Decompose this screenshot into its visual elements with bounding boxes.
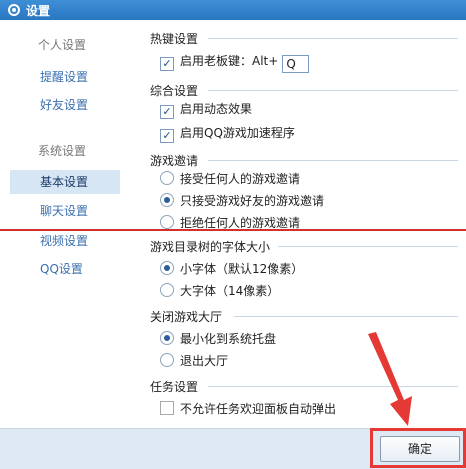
accelerate-label: 启用QQ游戏加速程序 — [180, 126, 295, 140]
font-option-large[interactable]: 大字体（14像素） — [160, 282, 279, 299]
radio-icon[interactable] — [160, 353, 174, 367]
section-title-hotkey: 热键设置 — [150, 32, 199, 46]
checkbox-icon[interactable]: ✓ — [160, 57, 174, 71]
sidebar: 个人设置 提醒设置 好友设置 系统设置 基本设置 聊天设置 视频设置 QQ设置 — [0, 20, 138, 428]
animation-label: 启用动态效果 — [180, 102, 253, 116]
sidebar-item-qq[interactable]: QQ设置 — [40, 260, 83, 277]
animation-option[interactable]: ✓ 启用动态效果 — [160, 100, 252, 119]
checkbox-icon[interactable]: ✓ — [160, 105, 174, 119]
boss-key-input[interactable]: Q — [282, 55, 310, 73]
font-option-label: 小字体（默认12像素） — [180, 262, 304, 276]
divider — [208, 38, 458, 39]
annotation-arrow-icon — [368, 332, 412, 426]
section-title-task: 任务设置 — [150, 380, 199, 394]
annotation-highlight-box — [370, 428, 466, 468]
checkbox-icon[interactable]: ✓ — [160, 129, 174, 143]
invite-option-friends[interactable]: 只接受游戏好友的游戏邀请 — [160, 192, 324, 209]
invite-option-label: 只接受游戏好友的游戏邀请 — [180, 194, 325, 208]
sidebar-item-reminder[interactable]: 提醒设置 — [40, 68, 88, 85]
sidebar-item-chat[interactable]: 聊天设置 — [40, 202, 88, 219]
close-option-minimize[interactable]: 最小化到系统托盘 — [160, 330, 276, 347]
radio-icon[interactable] — [160, 171, 174, 185]
boss-key-option[interactable]: ✓ 启用老板键：Alt+ Q — [160, 52, 310, 73]
close-option-label: 退出大厅 — [180, 354, 229, 368]
boss-key-label: 启用老板键：Alt+ — [180, 54, 279, 68]
sidebar-item-basic[interactable]: 基本设置 — [10, 170, 120, 194]
close-option-label: 最小化到系统托盘 — [180, 332, 277, 346]
radio-icon[interactable] — [160, 193, 174, 207]
sidebar-group-personal: 个人设置 — [38, 38, 87, 52]
divider — [208, 90, 458, 91]
section-title-general: 综合设置 — [150, 84, 199, 98]
annotation-line — [0, 229, 466, 231]
sidebar-group-system: 系统设置 — [38, 144, 87, 158]
sidebar-item-video[interactable]: 视频设置 — [40, 232, 88, 249]
divider — [234, 316, 458, 317]
section-title-close: 关闭游戏大厅 — [150, 310, 223, 324]
radio-icon[interactable] — [160, 331, 174, 345]
divider — [208, 160, 458, 161]
divider — [208, 386, 458, 387]
checkbox-icon[interactable] — [160, 401, 174, 415]
radio-icon[interactable] — [160, 215, 174, 229]
radio-icon[interactable] — [160, 261, 174, 275]
task-popup-option[interactable]: 不允许任务欢迎面板自动弹出 — [160, 400, 336, 417]
invite-option-label: 接受任何人的游戏邀请 — [180, 172, 301, 186]
divider — [278, 246, 458, 247]
window-title: 设置 — [26, 4, 51, 18]
font-option-small[interactable]: 小字体（默认12像素） — [160, 260, 303, 277]
gear-icon — [8, 4, 20, 16]
font-option-label: 大字体（14像素） — [180, 284, 280, 298]
sidebar-item-friends[interactable]: 好友设置 — [40, 96, 88, 113]
section-title-font: 游戏目录树的字体大小 — [150, 240, 271, 254]
accelerate-option[interactable]: ✓ 启用QQ游戏加速程序 — [160, 124, 295, 143]
invite-option-all[interactable]: 接受任何人的游戏邀请 — [160, 170, 300, 187]
invite-option-label: 拒绝任何人的游戏邀请 — [180, 216, 301, 230]
radio-icon[interactable] — [160, 283, 174, 297]
task-popup-label: 不允许任务欢迎面板自动弹出 — [180, 402, 337, 416]
close-option-exit[interactable]: 退出大厅 — [160, 352, 228, 369]
section-title-invite: 游戏邀请 — [150, 154, 199, 168]
title-bar: 设置 — [0, 0, 466, 20]
